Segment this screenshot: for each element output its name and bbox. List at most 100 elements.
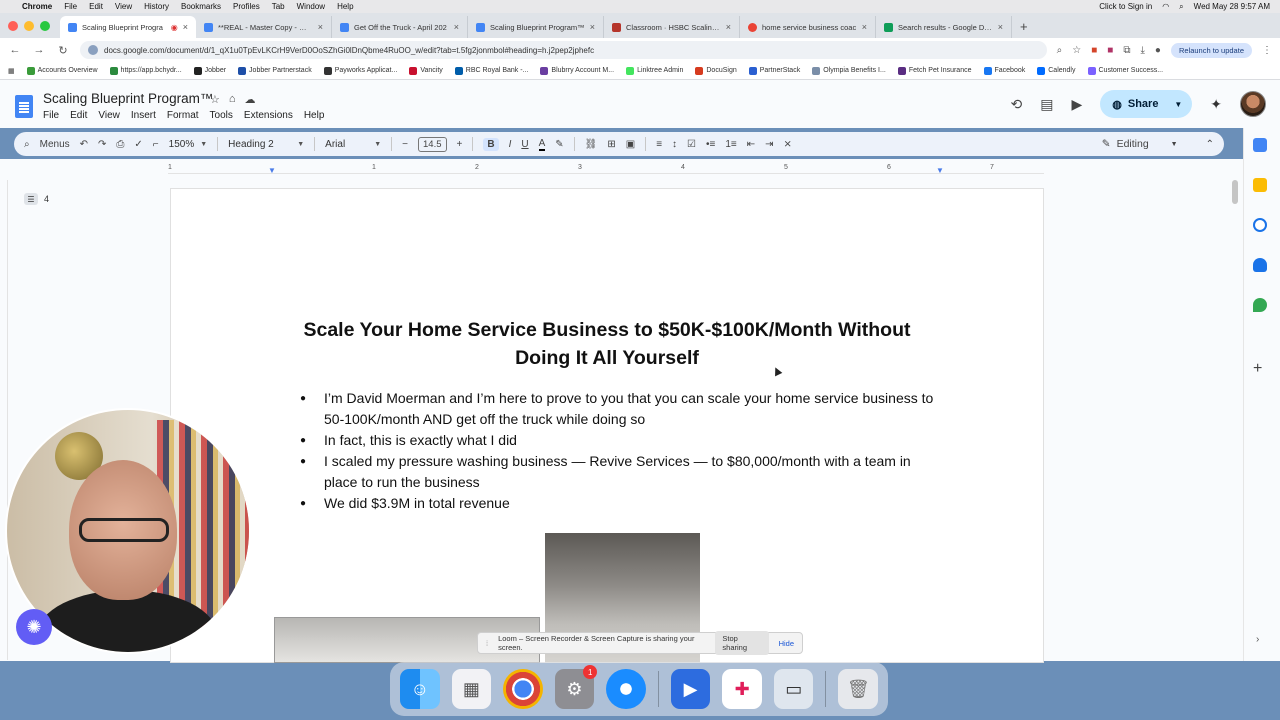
bookmark-item[interactable]: Jobber (193, 66, 226, 75)
finder-icon[interactable]: ☺ (400, 669, 440, 709)
menubar-clock[interactable]: Wed May 28 9:57 AM (1194, 2, 1270, 11)
bookmark-item[interactable]: https://app.bchydr... (109, 66, 182, 75)
add-comment-icon[interactable]: ⊞ (607, 139, 615, 150)
left-indent-marker-icon[interactable]: ▼ (268, 166, 276, 175)
docs-logo-icon[interactable] (15, 95, 33, 118)
tab-scaling-blueprint-2[interactable]: Scaling Blueprint Program™ × (468, 16, 604, 38)
list-item[interactable]: We did $3.9M in total revenue (300, 493, 940, 514)
line-spacing-icon[interactable]: ↕ (672, 139, 677, 150)
docs-menu-edit[interactable]: Edit (70, 110, 87, 121)
list-item[interactable]: In fact, this is exactly what I did (300, 430, 940, 451)
menubar-help[interactable]: Help (337, 2, 353, 11)
move-folder-icon[interactable]: ⌂ (229, 93, 236, 106)
tab-get-off-truck[interactable]: Get Off the Truck - April 202 × (332, 16, 468, 38)
calendar-icon[interactable] (1253, 138, 1267, 152)
tab-close-icon[interactable]: × (318, 22, 323, 32)
trash-icon[interactable]: 🗑 (838, 669, 879, 709)
tab-close-icon[interactable]: × (454, 22, 459, 32)
contacts-icon[interactable] (1253, 258, 1267, 272)
system-settings-icon[interactable]: ⚙ 1 (554, 665, 598, 709)
numbered-list-icon[interactable]: 1≡ (725, 139, 736, 150)
document-title[interactable]: Scaling Blueprint Program™ (43, 91, 213, 106)
zoom-select[interactable]: 150% ▼ (169, 139, 208, 150)
bookmark-star-icon[interactable]: ☆ (1072, 45, 1081, 56)
bold-icon[interactable]: B (483, 137, 499, 151)
tab-master-copy[interactable]: **REAL - Master Copy - May × (196, 16, 332, 38)
bookmark-item[interactable]: Blubrry Account M... (540, 66, 614, 75)
insert-link-icon[interactable]: ⛓ (585, 139, 598, 150)
launchpad-icon[interactable]: ▦ (451, 669, 492, 709)
list-item[interactable]: I scaled my pressure washing business — … (300, 451, 940, 493)
underline-icon[interactable]: U (521, 139, 528, 150)
menubar-file[interactable]: File (64, 2, 77, 11)
docs-menu-view[interactable]: View (98, 110, 120, 121)
bookmark-item[interactable]: DocuSign (695, 66, 737, 75)
scrollbar-thumb[interactable] (1232, 180, 1238, 204)
document-heading[interactable]: Scale Your Home Service Business to $50K… (276, 316, 938, 372)
bulleted-list-icon[interactable]: •≡ (706, 139, 715, 150)
extension-icon[interactable]: ■ (1091, 45, 1097, 56)
editing-mode-select[interactable]: ✎ Editing ▼ (1102, 138, 1178, 150)
wifi-icon[interactable]: ◠ (1162, 2, 1169, 11)
tab-close-icon[interactable]: × (862, 22, 867, 32)
drag-handle-icon[interactable]: ⁞ (486, 639, 488, 648)
bookmark-item[interactable]: Facebook (983, 66, 1025, 75)
bookmark-item[interactable]: Jobber Partnerstack (238, 66, 312, 75)
clear-formatting-icon[interactable]: ⨯ (784, 139, 792, 150)
extension-icon[interactable]: ■ (1107, 45, 1113, 56)
tab-close-icon[interactable]: × (590, 22, 595, 32)
version-history-icon[interactable]: ⟲ (1011, 96, 1023, 113)
new-tab-icon[interactable]: + (1012, 19, 1036, 38)
align-icon[interactable]: ≡ (656, 139, 662, 150)
cloud-saved-icon[interactable]: ☁ (245, 93, 256, 106)
tab-google-drive[interactable]: Search results - Google Drive × (876, 16, 1012, 38)
loom-control-icon[interactable]: ✺ (16, 609, 52, 645)
bookmark-item[interactable]: Calendly (1037, 66, 1076, 75)
slack-icon[interactable]: ✚ (722, 669, 762, 709)
back-icon[interactable]: ← (8, 44, 22, 56)
profile-icon[interactable]: ● (1155, 45, 1161, 56)
list-item[interactable]: I’m David Moerman and I’m here to prove … (300, 388, 940, 430)
font-select[interactable]: Arial ▼ (325, 139, 381, 150)
bookmark-item[interactable]: Olympia Benefits I... (812, 66, 886, 75)
menubar-window[interactable]: Window (297, 2, 325, 11)
zoom-icon[interactable]: ⌕ (1057, 45, 1063, 56)
menubar-app-name[interactable]: Chrome (22, 2, 52, 11)
italic-icon[interactable]: I (509, 139, 512, 150)
insert-image-icon[interactable]: ▣ (626, 139, 635, 150)
chrome-icon[interactable] (503, 669, 543, 709)
hide-banner-button[interactable]: Hide (779, 639, 794, 648)
forward-icon[interactable]: → (32, 44, 46, 56)
star-icon[interactable]: ☆ (210, 93, 220, 106)
paint-format-icon[interactable]: ⌐ (153, 139, 159, 150)
menubar-tab[interactable]: Tab (272, 2, 285, 11)
menubar-bookmarks[interactable]: Bookmarks (181, 2, 221, 11)
add-addon-icon[interactable]: + (1253, 360, 1262, 378)
docs-menu-extensions[interactable]: Extensions (244, 110, 293, 121)
text-color-icon[interactable]: A (538, 138, 546, 151)
keep-icon[interactable] (1253, 178, 1267, 192)
horizontal-ruler[interactable]: 1 1 2 3 4 5 6 7 ▼ ▼ (168, 162, 1044, 175)
safari-icon[interactable]: ⌖ (606, 669, 646, 709)
tab-classroom[interactable]: Classroom · HSBC Scaling B × (604, 16, 740, 38)
zoom-app-icon[interactable]: ▶ (670, 669, 711, 709)
apps-grid-icon[interactable]: ▦ (8, 67, 15, 75)
menubar-history[interactable]: History (144, 2, 169, 11)
bookmark-item[interactable]: Payworks Applicat... (323, 66, 397, 75)
url-input[interactable]: docs.google.com/document/d/1_qX1u0TpEvLK… (80, 41, 1047, 59)
menubar-edit[interactable]: Edit (89, 2, 103, 11)
tab-scaling-blueprint[interactable]: Scaling Blueprint Progra ◉ × (60, 16, 196, 38)
tab-google-search[interactable]: home service business coac × (740, 16, 876, 38)
chevron-up-icon[interactable]: ⌃ (1206, 139, 1214, 150)
print-icon[interactable]: ⎙ (116, 139, 124, 150)
download-icon[interactable]: ⤓ (1140, 45, 1144, 56)
preview-icon[interactable]: ▭ (773, 669, 814, 709)
avatar[interactable] (1240, 91, 1266, 117)
docs-menu-insert[interactable]: Insert (131, 110, 156, 121)
chevron-right-icon[interactable]: › (1256, 634, 1259, 645)
close-window-icon[interactable] (8, 20, 18, 31)
search-menus-icon[interactable]: ⌕ (24, 139, 30, 150)
meet-video-icon[interactable]: ▶ (1071, 96, 1082, 113)
bookmark-item[interactable]: Vancity (409, 66, 443, 75)
right-indent-marker-icon[interactable]: ▼ (936, 166, 944, 175)
